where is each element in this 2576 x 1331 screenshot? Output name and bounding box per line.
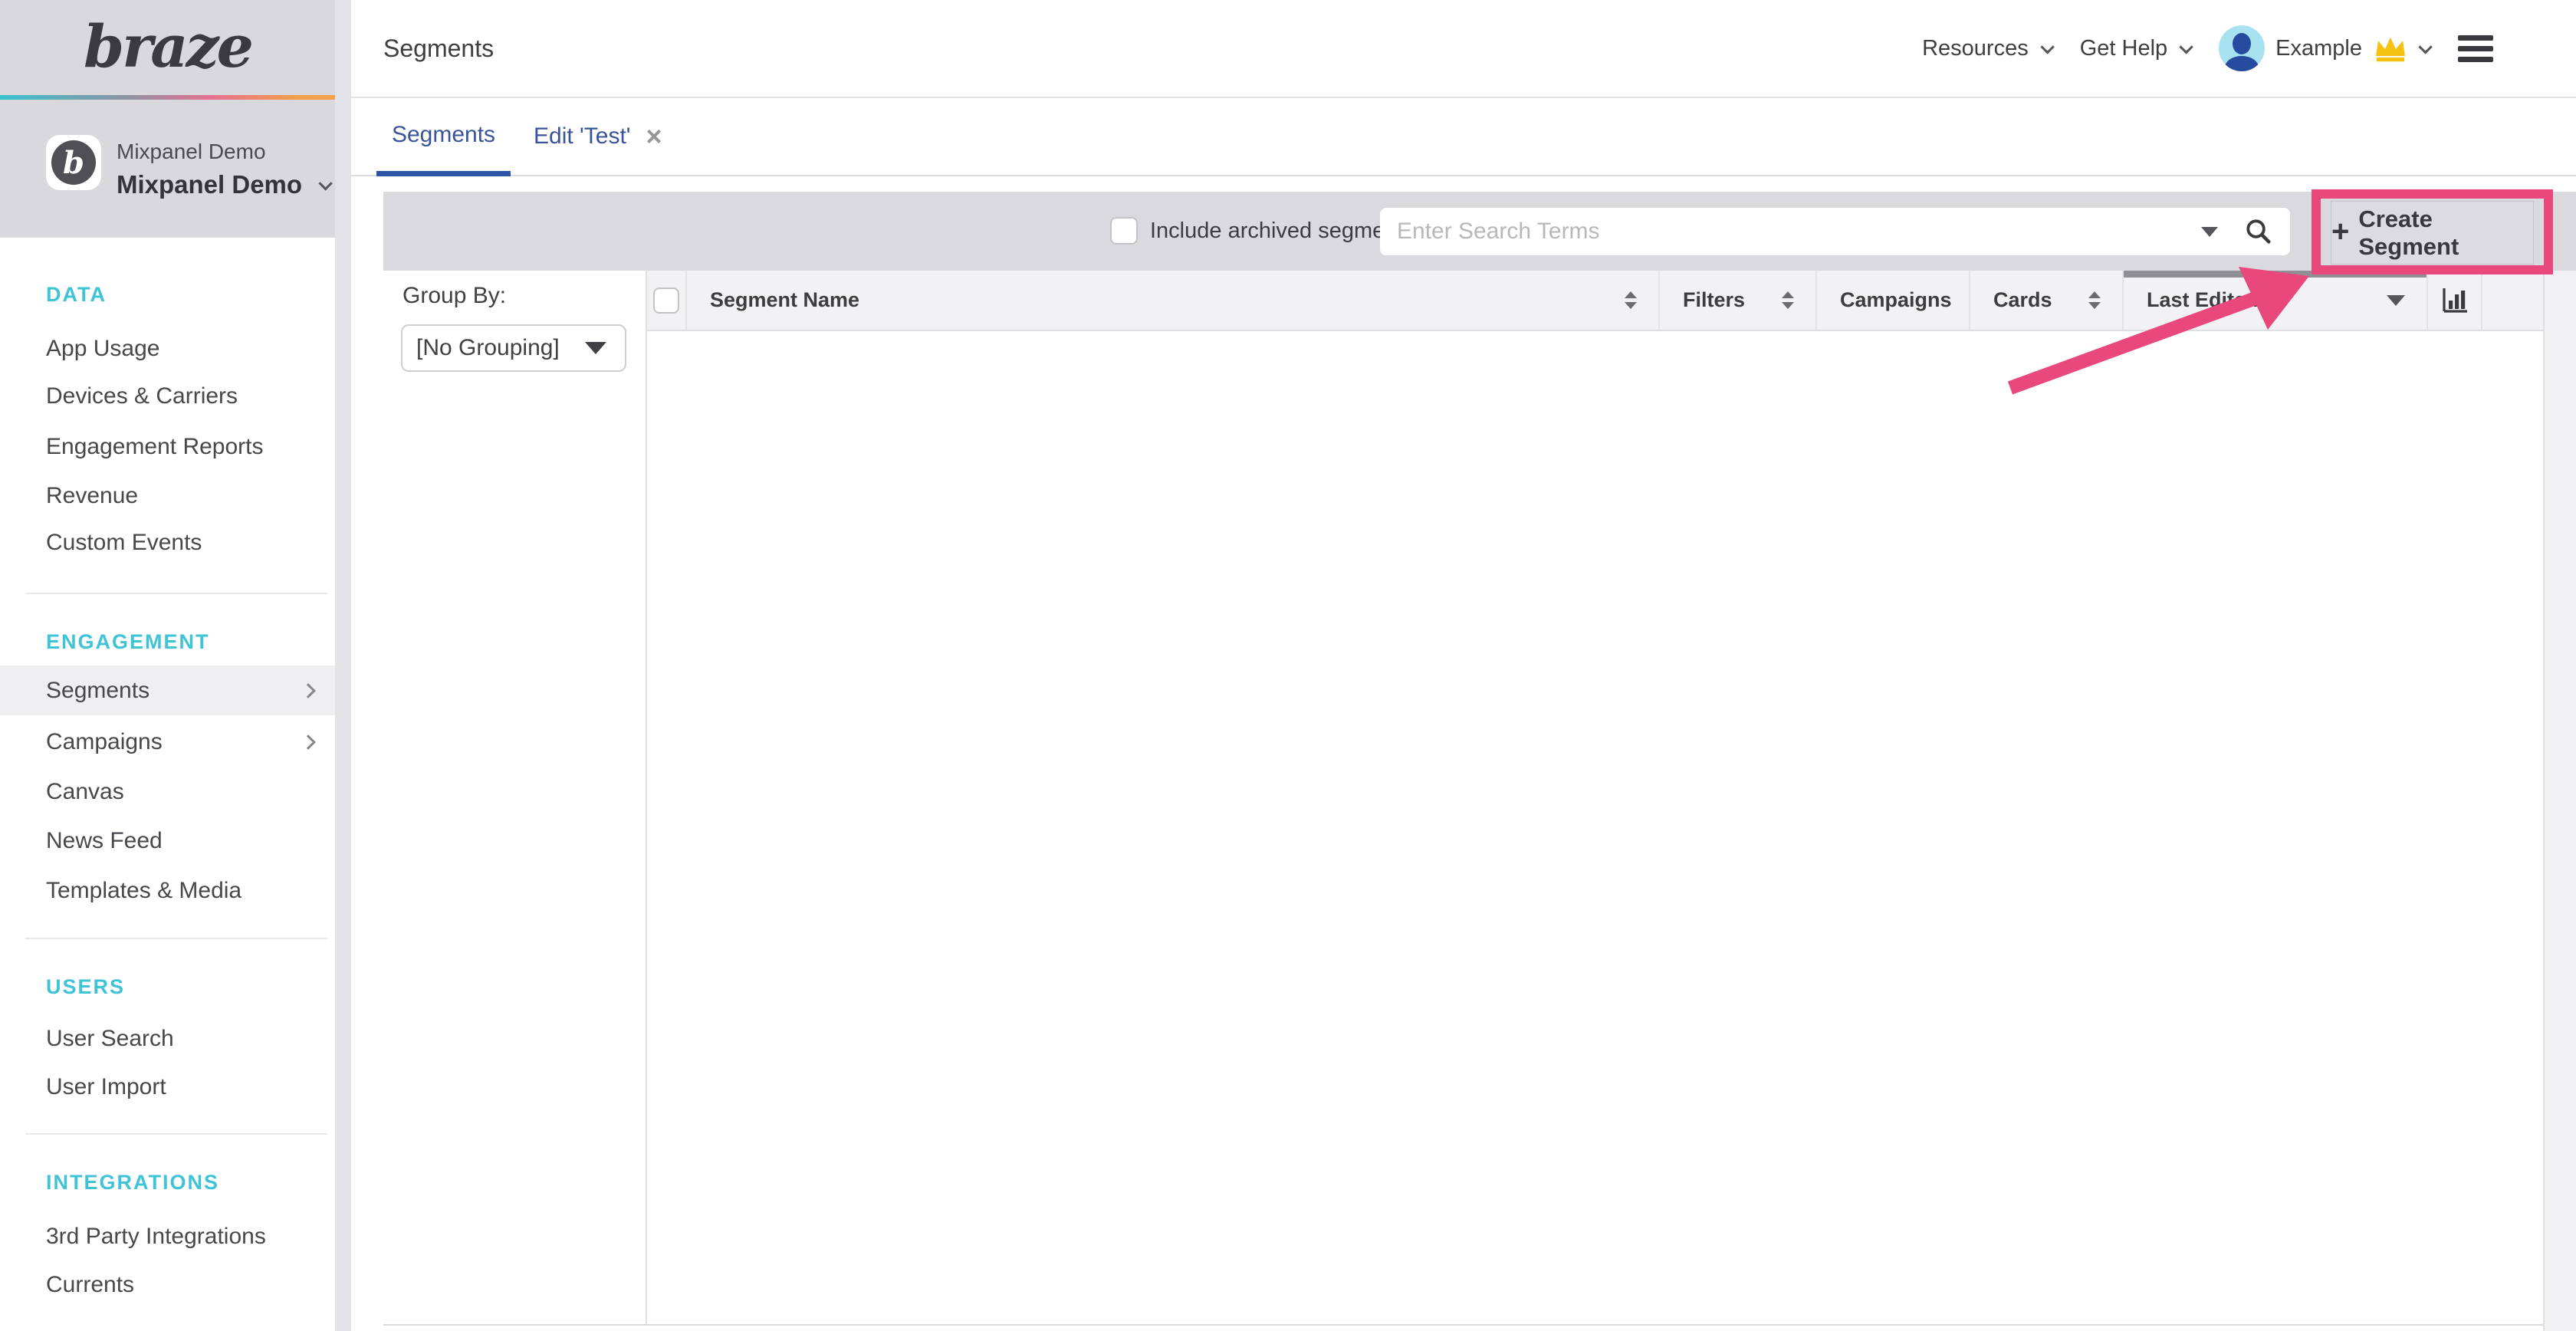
sidebar: braze b Mixpanel Demo Mixpanel Demo DATA… (0, 0, 335, 1331)
sidebar-item-user-search[interactable]: User Search (0, 1017, 335, 1060)
chevron-down-icon (2180, 40, 2193, 54)
table-right-margin (2543, 271, 2576, 1331)
sort-desc-icon (2387, 295, 2405, 306)
chevron-down-icon (2418, 40, 2432, 54)
braze-logo: braze (0, 12, 335, 81)
main-area: Segments Resources Get Help Example (351, 0, 2576, 1331)
sort-icon (1625, 291, 1637, 309)
avatar (2219, 25, 2265, 71)
account-name: Example (2275, 36, 2362, 61)
column-header-campaigns[interactable]: Campaigns (1817, 271, 1970, 330)
workspace-org-label: Mixpanel Demo (117, 140, 266, 164)
tab-segments[interactable]: Segments (376, 98, 511, 176)
select-all-checkbox[interactable] (653, 288, 679, 314)
sidebar-section-integrations: INTEGRATIONS (0, 1161, 335, 1204)
create-segment-button[interactable]: + Create Segment (2331, 201, 2534, 265)
sidebar-item-revenue[interactable]: Revenue (0, 475, 335, 518)
column-header-segment-name[interactable]: Segment Name (687, 271, 1660, 330)
sort-icon (2088, 291, 2101, 309)
sidebar-divider (25, 593, 327, 594)
column-header-analytics[interactable] (2428, 271, 2482, 330)
sidebar-item-canvas[interactable]: Canvas (0, 771, 335, 813)
sidebar-item-segments[interactable]: Segments (0, 666, 335, 715)
hamburger-menu-icon[interactable] (2458, 35, 2493, 62)
sidebar-item-currents[interactable]: Currents (0, 1264, 335, 1306)
chevron-right-icon (301, 735, 316, 750)
sidebar-gutter (335, 0, 351, 1331)
search-box (1380, 208, 2290, 255)
bar-chart-icon (2438, 284, 2472, 317)
column-header-last-edited[interactable]: Last Edited (2124, 271, 2428, 330)
sidebar-item-news-feed[interactable]: News Feed (0, 820, 335, 863)
plus-icon: + (2331, 216, 2349, 247)
header-actions: Resources Get Help Example (1922, 0, 2493, 97)
sidebar-section-data: DATA (0, 273, 335, 316)
active-sort-bar (2124, 271, 2426, 278)
chevron-right-icon (301, 683, 316, 698)
sort-icon (1782, 291, 1794, 309)
sidebar-section-users: USERS (0, 965, 335, 1008)
include-archived-label: Include archived segments (1150, 192, 1414, 271)
search-input[interactable] (1380, 209, 2201, 254)
sidebar-item-3rd-party-integrations[interactable]: 3rd Party Integrations (0, 1215, 335, 1258)
include-archived-checkbox[interactable] (1110, 217, 1138, 245)
chevron-down-icon (2040, 40, 2054, 54)
tab-edit-test[interactable]: Edit 'Test' × (534, 98, 662, 175)
sidebar-item-user-import[interactable]: User Import (0, 1066, 335, 1109)
sidebar-section-engagement: ENGAGEMENT (0, 620, 335, 663)
close-icon[interactable]: × (646, 123, 662, 150)
avatar-person-icon (2233, 33, 2251, 54)
braze-dashboard: braze b Mixpanel Demo Mixpanel Demo DATA… (0, 0, 2576, 1331)
group-by-value: [No Grouping] (416, 335, 560, 361)
page-title: Segments (383, 0, 494, 97)
sidebar-item-engagement-reports[interactable]: Engagement Reports (0, 426, 335, 468)
sidebar-item-devices-carriers[interactable]: Devices & Carriers (0, 375, 335, 418)
tab-bar: Segments Edit 'Test' × (351, 98, 2576, 176)
top-header: Segments Resources Get Help Example (351, 0, 2576, 98)
workspace-name: Mixpanel Demo (117, 170, 302, 199)
get-help-menu[interactable]: Get Help (2080, 36, 2190, 61)
resources-menu[interactable]: Resources (1922, 36, 2051, 61)
workspace-icon-letter: b (51, 140, 96, 185)
account-menu[interactable]: Example (2219, 25, 2429, 71)
sidebar-item-app-usage[interactable]: App Usage (0, 327, 335, 370)
select-all-cell (647, 271, 687, 330)
sidebar-divider (25, 938, 327, 939)
sidebar-item-custom-events[interactable]: Custom Events (0, 521, 335, 564)
group-by-select[interactable]: [No Grouping] (401, 324, 626, 372)
chevron-down-icon (318, 176, 332, 190)
column-header-filters[interactable]: Filters (1660, 271, 1817, 330)
segments-table-header: Segment Name Filters Campaigns Cards Las… (647, 271, 2543, 331)
crown-icon (2373, 35, 2408, 62)
brand-gradient-bar (0, 95, 335, 100)
sidebar-header: braze b Mixpanel Demo Mixpanel Demo (0, 0, 335, 238)
column-header-cards[interactable]: Cards (1970, 271, 2124, 330)
workspace-icon[interactable]: b (46, 135, 101, 190)
content-bottom-border (383, 1324, 2544, 1326)
workspace-switcher[interactable]: Mixpanel Demo (117, 170, 329, 199)
column-header-spacer (2482, 271, 2543, 330)
group-by-label: Group By: (402, 283, 506, 309)
sidebar-item-templates-media[interactable]: Templates & Media (0, 869, 335, 912)
chevron-down-icon (585, 342, 606, 354)
sidebar-divider (25, 1133, 327, 1135)
search-icon[interactable] (2244, 217, 2273, 246)
sidebar-item-campaigns[interactable]: Campaigns (0, 721, 335, 764)
search-dropdown-caret-icon[interactable] (2201, 227, 2218, 237)
segments-toolbar: Include archived segments + Create Segme… (383, 192, 2576, 271)
group-by-panel: Group By: [No Grouping] (351, 271, 647, 1326)
